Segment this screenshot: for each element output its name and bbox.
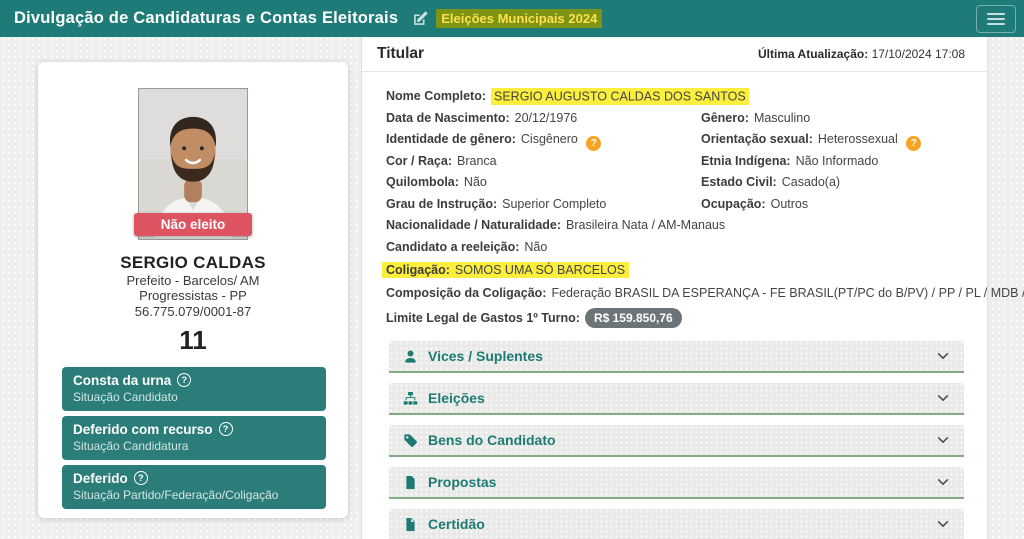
field-nacionalidade: Nacionalidade / Naturalidade: Brasileira … [386,218,726,232]
field-ocupacao: Ocupação: Outros [701,196,809,211]
field-reeleicao: Candidato a reeleição: Não [386,239,548,254]
accordion-list: Vices / Suplentes Eleições Bens do Candi… [389,341,964,539]
status-badge-title: Consta da urna [73,372,172,388]
field-coligacao: Coligação: SOMOS UMA SÓ BARCELOS [382,262,630,278]
status-badge-deferido-com-recurso: Deferido com recurso ? Situação Candidat… [62,415,326,460]
candidate-position: Prefeito - Barcelos/ AM [126,273,260,288]
sitemap-icon [403,391,418,406]
candidate-photo: Não eleito [134,88,252,240]
election-label[interactable]: Eleições Municipais 2024 [436,9,603,28]
app-title: Divulgação de Candidaturas e Contas Elei… [14,9,399,27]
accordion-certidao[interactable]: Certidão [389,509,964,539]
chevron-down-icon[interactable] [936,391,950,405]
status-badge-consta-da-urna: Consta da urna ? Situação Candidato [62,366,326,411]
field-orientacao-sexual: Orientação sexual: Heterossexual ? [701,133,922,151]
chevron-down-icon[interactable] [936,517,950,531]
accordion-bens-candidato[interactable]: Bens do Candidato [389,425,964,457]
status-badge-title: Deferido [73,470,128,486]
question-circle-icon[interactable]: ? [586,136,602,151]
chevron-down-icon[interactable] [936,349,950,363]
edit-icon[interactable] [412,10,429,27]
tag-icon [403,433,418,448]
candidate-details: Nome Completo: SERGIO AUGUSTO CALDAS DOS … [382,87,1024,328]
accordion-vices-suplentes[interactable]: Vices / Suplentes [389,341,964,373]
question-circle-icon[interactable]: ? [906,136,922,151]
last-update: Última Atualização: 17/10/2024 17:08 [758,47,965,61]
accordion-eleicoes[interactable]: Eleições [389,383,964,415]
last-update-value: 17/10/2024 17:08 [871,47,965,61]
accordion-propostas[interactable]: Propostas [389,467,964,499]
question-circle-icon[interactable]: ? [133,471,148,486]
candidate-party: Progressistas - PP [139,288,247,304]
status-badges: Consta da urna ? Situação Candidato Defe… [62,366,326,509]
person-icon [403,349,418,364]
field-composicao-coligacao: Composição da Coligação: Federação BRASIL… [386,285,1024,300]
last-update-label: Última Atualização: [757,47,869,61]
candidate-name: SERGIO CALDAS [120,253,266,272]
page-title: Titular [377,45,425,62]
question-circle-icon[interactable]: ? [218,422,233,437]
status-badge-subtitle: Situação Candidatura [73,438,189,453]
status-badge-title: Deferido com recurso [73,421,213,437]
chevron-down-icon[interactable] [936,433,950,447]
menu-icon[interactable] [976,4,1016,33]
app-header: Divulgação de Candidaturas e Contas Elei… [0,0,1024,37]
file-lines-icon [403,475,418,490]
details-column-right: Gênero: Masculino Orientação sexual: Heter… [701,110,922,220]
candidate-cnpj: 56.775.079/0001-87 [134,303,252,319]
candidate-card: Não eleito SERGIO CALDAS Prefeito - Barc… [38,62,348,518]
file-icon [403,517,418,532]
titular-panel: Titular Última Atualização: 17/10/2024 1… [361,37,1024,539]
field-nome-completo: Nome Completo: SERGIO AUGUSTO CALDAS DOS … [386,87,965,105]
status-badge-subtitle: Situação Partido/Federação/Coligação [73,487,279,502]
field-genero: Gênero: Masculino [701,110,811,125]
ballot-number: 11 [179,324,207,355]
status-badge-deferido: Deferido ? Situação Partido/Federação/Co… [62,464,326,509]
result-badge: Não eleito [134,213,252,236]
status-badge-subtitle: Situação Candidato [73,389,178,404]
field-etnia-indigena: Etnia Indígena: Não Informado [701,153,879,168]
field-limite-gastos: Limite Legal de Gastos 1º Turno: R$ 159.8… [386,308,965,328]
field-estado-civil: Estado Civil: Casado(a) [701,175,841,189]
panel-header: Titular Última Atualização: 17/10/2024 1… [362,37,987,72]
question-circle-icon[interactable]: ? [177,373,192,388]
chevron-down-icon[interactable] [936,475,950,489]
